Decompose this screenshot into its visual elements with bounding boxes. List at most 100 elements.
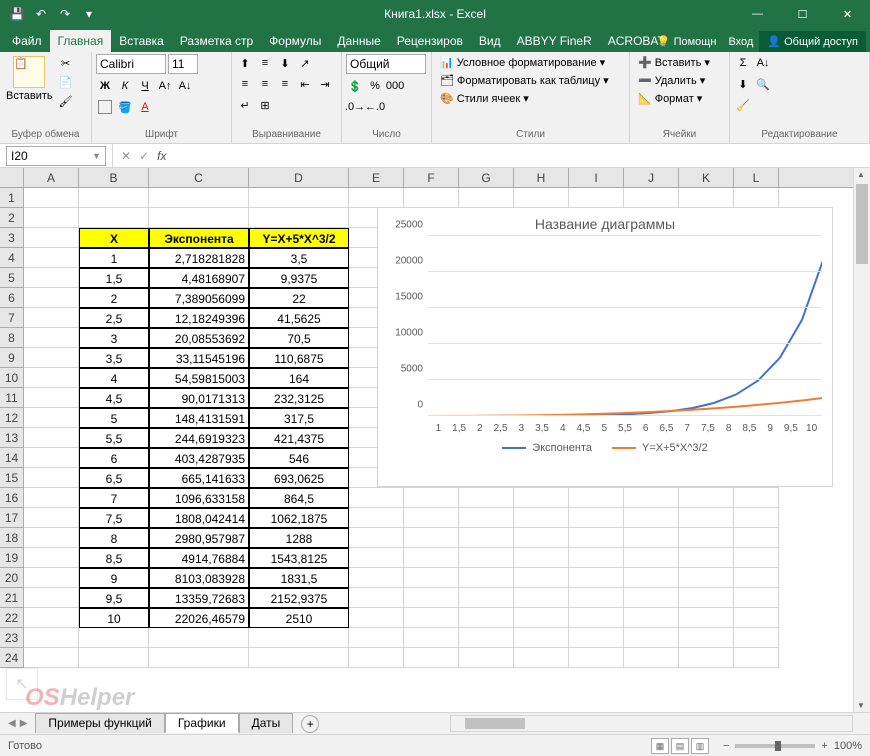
cell[interactable]: 864,5 xyxy=(249,488,349,508)
find-icon[interactable]: 🔍 xyxy=(754,75,772,93)
copy-icon[interactable]: 📄 xyxy=(57,73,75,91)
cell[interactable]: 1 xyxy=(79,248,149,268)
cell[interactable] xyxy=(459,608,514,628)
conditional-formatting-button[interactable]: 📊 Условное форматирование ▾ xyxy=(436,54,609,71)
tab-данные[interactable]: Данные xyxy=(329,30,388,52)
tab-file[interactable]: Файл xyxy=(4,30,50,52)
cell[interactable]: 421,4375 xyxy=(249,428,349,448)
paste-button[interactable]: 📋 Вставить xyxy=(4,54,55,104)
view-normal-icon[interactable]: ▦ xyxy=(651,738,669,754)
cell[interactable] xyxy=(404,488,459,508)
row-header[interactable]: 23 xyxy=(0,628,24,648)
italic-button[interactable]: К xyxy=(116,77,134,95)
cell[interactable] xyxy=(24,568,79,588)
cell[interactable] xyxy=(569,548,624,568)
cell[interactable] xyxy=(24,208,79,228)
horizontal-scroll-thumb[interactable] xyxy=(465,718,525,729)
zoom-slider[interactable] xyxy=(735,744,815,748)
format-table-button[interactable]: 🗂 Форматировать как таблицу ▾ xyxy=(436,72,613,89)
cell[interactable] xyxy=(569,628,624,648)
decimal-inc-icon[interactable]: .0→ xyxy=(346,98,364,116)
row-header[interactable]: 18 xyxy=(0,528,24,548)
cell[interactable]: 9,5 xyxy=(79,588,149,608)
cell[interactable]: X xyxy=(79,228,149,248)
font-grow-icon[interactable]: A↑ xyxy=(156,77,174,95)
cell[interactable] xyxy=(624,488,679,508)
cell[interactable]: 3,5 xyxy=(79,348,149,368)
merge-icon[interactable]: ⊞ xyxy=(256,96,274,114)
percent-icon[interactable]: % xyxy=(366,77,384,95)
cell[interactable] xyxy=(569,188,624,208)
cell[interactable]: 4 xyxy=(79,368,149,388)
column-header[interactable]: J xyxy=(624,168,679,187)
sort-icon[interactable]: A↓ xyxy=(754,54,772,72)
cell[interactable] xyxy=(734,508,779,528)
cell[interactable] xyxy=(624,608,679,628)
row-header[interactable]: 1 xyxy=(0,188,24,208)
row-header[interactable]: 21 xyxy=(0,588,24,608)
cell[interactable]: 54,59815003 xyxy=(149,368,249,388)
column-header[interactable]: I xyxy=(569,168,624,187)
cell[interactable]: 3 xyxy=(79,328,149,348)
row-header[interactable]: 13 xyxy=(0,428,24,448)
cell[interactable] xyxy=(459,588,514,608)
column-header[interactable]: A xyxy=(24,168,79,187)
cell[interactable] xyxy=(734,628,779,648)
cell[interactable]: 2 xyxy=(79,288,149,308)
cell[interactable]: 5,5 xyxy=(79,428,149,448)
row-header[interactable]: 6 xyxy=(0,288,24,308)
row-header[interactable]: 4 xyxy=(0,248,24,268)
cell[interactable] xyxy=(569,568,624,588)
cell[interactable] xyxy=(24,488,79,508)
cell[interactable] xyxy=(149,628,249,648)
sheet-tab[interactable]: Даты xyxy=(239,713,294,733)
cell[interactable]: 7,5 xyxy=(79,508,149,528)
column-header[interactable]: F xyxy=(404,168,459,187)
cell[interactable]: 1831,5 xyxy=(249,568,349,588)
row-header[interactable]: 5 xyxy=(0,268,24,288)
row-header[interactable]: 19 xyxy=(0,548,24,568)
chart[interactable]: Название диаграммы 050001000015000200002… xyxy=(377,207,833,487)
maximize-icon[interactable]: ☐ xyxy=(780,0,825,28)
cell[interactable] xyxy=(459,648,514,668)
cell[interactable] xyxy=(349,188,404,208)
column-header[interactable]: G xyxy=(459,168,514,187)
row-header[interactable]: 22 xyxy=(0,608,24,628)
cell[interactable] xyxy=(679,528,734,548)
cell[interactable]: 2,718281828 xyxy=(149,248,249,268)
cell[interactable]: 5 xyxy=(79,408,149,428)
cell[interactable]: 7 xyxy=(79,488,149,508)
cell[interactable] xyxy=(624,508,679,528)
cell[interactable]: 33,11545196 xyxy=(149,348,249,368)
cell[interactable] xyxy=(734,488,779,508)
cell[interactable] xyxy=(24,428,79,448)
qat-more-icon[interactable]: ▾ xyxy=(78,3,100,25)
cell[interactable]: 2152,9375 xyxy=(249,588,349,608)
orientation-icon[interactable]: ↗ xyxy=(296,54,314,72)
column-header[interactable]: D xyxy=(249,168,349,187)
save-icon[interactable]: 💾 xyxy=(6,3,28,25)
cell[interactable] xyxy=(624,528,679,548)
row-header[interactable]: 14 xyxy=(0,448,24,468)
cell[interactable]: Y=X+5*X^3/2 xyxy=(249,228,349,248)
cell-styles-button[interactable]: 🎨 Стили ячеек ▾ xyxy=(436,90,533,107)
align-middle-icon[interactable]: ≡ xyxy=(256,54,274,72)
cell[interactable]: 13359,72683 xyxy=(149,588,249,608)
cell[interactable]: 1,5 xyxy=(79,268,149,288)
fx-icon[interactable]: fx xyxy=(157,149,166,163)
fill-color-icon[interactable]: 🪣 xyxy=(116,98,134,116)
view-pagebreak-icon[interactable]: ▥ xyxy=(691,738,709,754)
tab-формулы[interactable]: Формулы xyxy=(261,30,329,52)
cell[interactable] xyxy=(349,508,404,528)
cell[interactable]: 1062,1875 xyxy=(249,508,349,528)
cell[interactable] xyxy=(679,588,734,608)
underline-button[interactable]: Ч xyxy=(136,77,154,95)
cell[interactable] xyxy=(404,548,459,568)
cell[interactable]: 403,4287935 xyxy=(149,448,249,468)
cell[interactable] xyxy=(24,588,79,608)
cell[interactable] xyxy=(79,188,149,208)
cell[interactable]: 2510 xyxy=(249,608,349,628)
cell[interactable]: 2,5 xyxy=(79,308,149,328)
cell[interactable] xyxy=(569,588,624,608)
cell[interactable] xyxy=(249,628,349,648)
